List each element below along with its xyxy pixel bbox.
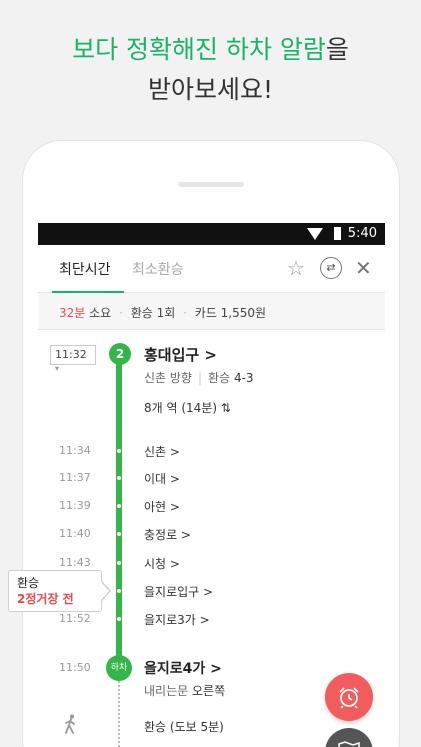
wifi-icon	[307, 228, 323, 240]
route-summary: 32분 소요 · 환승 1회 · 카드 1,550원	[38, 293, 385, 330]
transfer-count: 환승 1회	[130, 306, 176, 320]
stop-time: 11:43	[59, 556, 91, 569]
map-button[interactable]	[325, 728, 373, 747]
swap-icon[interactable]: ⇄	[320, 257, 342, 279]
close-icon[interactable]: ✕	[355, 257, 377, 279]
headline-line2: 받아보세요!	[147, 75, 274, 104]
door-side: 오른쪽	[192, 684, 226, 698]
stop-time: 11:39	[59, 499, 91, 512]
stop-name[interactable]: 을지로3가 >	[144, 611, 210, 628]
departure-time: 11:32	[55, 348, 87, 361]
promo-headline: 보다 정확해진 하차 알람을 받아보세요!	[0, 30, 421, 110]
walk-path	[118, 670, 120, 747]
stops-expand-toggle[interactable]: 8개 역 (14분) ⇅	[144, 399, 231, 416]
stop-name[interactable]: 아현 >	[144, 498, 180, 515]
phone-speaker	[178, 182, 244, 187]
stop-name[interactable]: 이대 >	[144, 470, 180, 487]
tooltip-line2: 2정거장 전	[17, 591, 101, 607]
tooltip-arrow-fill	[101, 582, 109, 600]
stop-dot	[117, 476, 121, 480]
stop-name[interactable]: 신촌 >	[144, 443, 180, 460]
line-number-badge: 2	[109, 343, 131, 365]
stop-name[interactable]: 시청 >	[144, 555, 180, 572]
alarm-button[interactable]	[325, 673, 373, 721]
alight-badge: 하차	[106, 655, 132, 681]
duration-suffix: 소요	[89, 306, 112, 320]
stop-dot	[117, 561, 121, 565]
start-direction: 신촌 방향 | 환승 4-3	[144, 371, 254, 385]
direction-text: 신촌 방향	[144, 371, 192, 385]
tab-min-transfer[interactable]: 최소환승	[132, 259, 184, 279]
battery-icon	[334, 227, 341, 240]
fare: 카드 1,550원	[194, 306, 267, 320]
stop-dot	[117, 617, 121, 621]
stop-time: 11:40	[59, 527, 91, 540]
app-screen: 최단시간 최소환승 ☆ ⇄ ✕ 32분 소요 · 환승 1회 · 카드 1,55…	[38, 245, 385, 747]
tab-fastest[interactable]: 최단시간	[59, 259, 111, 279]
alarm-clock-icon	[339, 687, 359, 709]
stop-time: 11:52	[59, 612, 91, 625]
walk-icon	[65, 714, 75, 734]
stop-dot	[117, 504, 121, 508]
stop-dot	[117, 449, 121, 453]
departure-time-dropdown[interactable]: 11:32 ▾	[50, 345, 96, 373]
headline-rest: 을	[325, 35, 349, 64]
tooltip-count-rest: 정거장 전	[25, 592, 74, 606]
chevron-down-icon: ▾	[55, 364, 60, 373]
tab-bar: 최단시간 최소환승 ☆ ⇄ ✕	[38, 245, 385, 293]
start-station[interactable]: 홍대입구 >	[144, 344, 217, 365]
stop-dot	[117, 589, 121, 593]
end-station[interactable]: 을지로4가 >	[144, 658, 222, 678]
duration: 32분	[59, 306, 86, 320]
exit-door: 내리는문 오른쪽	[144, 682, 225, 699]
end-time: 11:50	[59, 661, 91, 674]
stop-dot	[117, 532, 121, 536]
map-icon	[338, 741, 360, 747]
transfer-label: 환승	[208, 371, 231, 385]
walk-transfer: 환승 (도보 5분)	[144, 720, 224, 734]
transfer-tooltip: 환승 2정거장 전	[8, 570, 102, 612]
status-bar: 5:40	[38, 223, 385, 245]
stop-time: 11:37	[59, 471, 91, 484]
star-icon[interactable]: ☆	[287, 257, 309, 279]
door-label: 내리는문	[144, 684, 189, 698]
transfer-door: 4-3	[233, 371, 254, 385]
status-time: 5:40	[347, 226, 377, 241]
stop-name[interactable]: 을지로입구 >	[144, 583, 213, 600]
headline-highlight: 보다 정확해진 하차 알람	[72, 35, 326, 64]
tooltip-line1: 환승	[17, 576, 40, 590]
stop-time: 11:34	[59, 444, 91, 457]
stop-name[interactable]: 충정로 >	[144, 526, 191, 543]
